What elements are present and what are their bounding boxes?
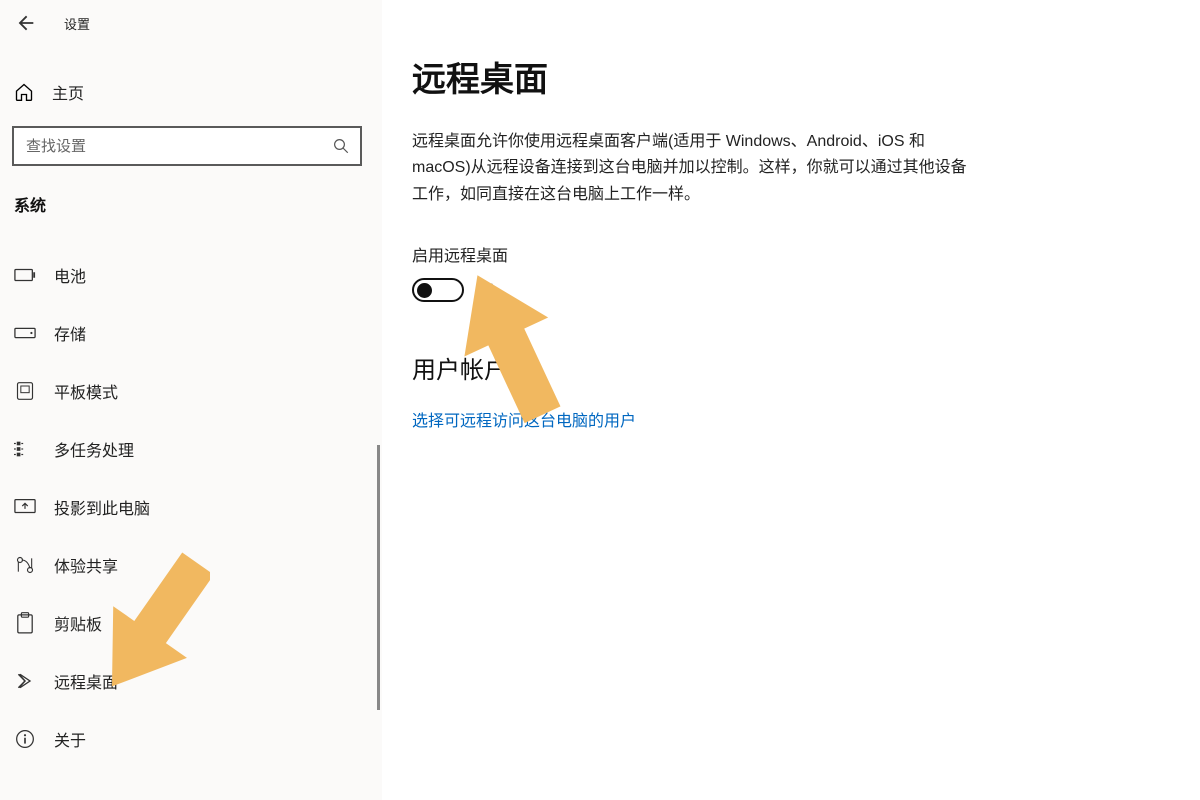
share-icon	[14, 554, 36, 576]
sidebar-item-label: 投影到此电脑	[54, 495, 150, 519]
sidebar-item-about[interactable]: 关于	[0, 710, 382, 768]
sidebar-item-label: 电池	[54, 263, 86, 287]
sidebar-item-home[interactable]: 主页	[0, 64, 382, 120]
page-title: 远程桌面	[412, 52, 1160, 101]
storage-icon	[14, 322, 36, 344]
battery-icon	[14, 264, 36, 286]
sidebar-item-project[interactable]: 投影到此电脑	[0, 478, 382, 536]
about-icon	[14, 728, 36, 750]
search-box[interactable]	[12, 126, 362, 166]
sidebar-item-label: 关于	[54, 727, 86, 751]
home-icon	[14, 82, 34, 102]
sidebar-item-multitask[interactable]: 多任务处理	[0, 420, 382, 478]
project-icon	[14, 496, 36, 518]
toggle-label: 启用远程桌面	[412, 242, 1160, 266]
search-input[interactable]	[26, 138, 332, 155]
annotation-arrow-icon	[100, 550, 210, 700]
sidebar-item-label: 剪贴板	[54, 611, 102, 635]
scroll-thumb[interactable]	[377, 445, 380, 710]
annotation-arrow-icon	[455, 265, 565, 425]
clipboard-icon	[14, 612, 36, 634]
category-heading: 系统	[0, 192, 382, 216]
multitask-icon	[14, 438, 36, 460]
app-title: 设置	[64, 14, 90, 33]
page-description: 远程桌面允许你使用远程桌面客户端(适用于 Windows、Android、iOS…	[412, 129, 972, 208]
arrow-left-icon	[15, 12, 37, 34]
sidebar-item-battery[interactable]: 电池	[0, 246, 382, 304]
search-icon	[332, 137, 350, 155]
sidebar-item-label: 存储	[54, 321, 86, 345]
sidebar-item-tablet[interactable]: 平板模式	[0, 362, 382, 420]
tablet-icon	[14, 380, 36, 402]
sidebar-item-storage[interactable]: 存储	[0, 304, 382, 362]
sidebar-item-label: 多任务处理	[54, 437, 134, 461]
back-button[interactable]	[12, 9, 40, 37]
remote-icon	[14, 670, 36, 692]
sidebar-item-label: 平板模式	[54, 379, 118, 403]
home-label: 主页	[52, 80, 84, 104]
